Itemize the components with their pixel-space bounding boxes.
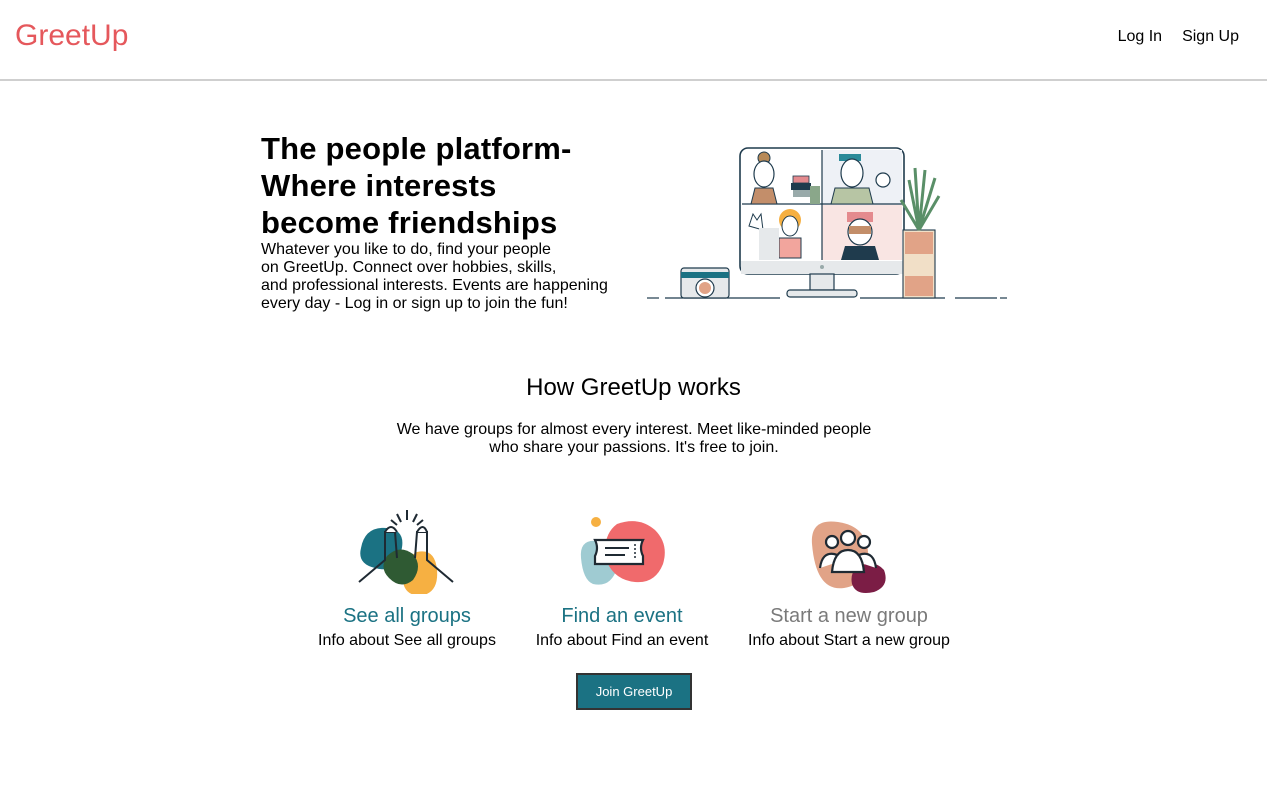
join-greetup-button[interactable]: Join GreetUp bbox=[576, 673, 692, 710]
hero-section: The people platform- Where interests bec… bbox=[261, 130, 621, 313]
card-start-a-new-group: Start a new group Info about Start a new… bbox=[736, 508, 962, 650]
people-group-icon bbox=[736, 508, 962, 599]
hero-title-line: The people platform- bbox=[261, 131, 572, 166]
login-link[interactable]: Log In bbox=[1118, 28, 1162, 46]
hero-title: The people platform- Where interests bec… bbox=[261, 130, 621, 241]
card-find-an-event: Find an event Info about Find an event bbox=[524, 508, 720, 650]
hero-description-line: every day - Log in or sign up to join th… bbox=[261, 295, 568, 312]
hero-description-line: and professional interests. Events are h… bbox=[261, 277, 608, 294]
hero-title-line: Where interests bbox=[261, 168, 497, 203]
ticket-icon bbox=[524, 508, 720, 599]
how-it-works-description: We have groups for almost every interest… bbox=[383, 421, 885, 457]
find-an-event-link[interactable]: Find an event bbox=[524, 605, 720, 628]
how-description-line: We have groups for almost every interest… bbox=[396, 421, 872, 438]
start-a-new-group-link[interactable]: Start a new group bbox=[736, 605, 962, 628]
site-header: GreetUp Log In Sign Up bbox=[0, 0, 1267, 81]
see-all-groups-info: Info about See all groups bbox=[318, 632, 496, 649]
hero-description: Whatever you like to do, find your peopl… bbox=[261, 241, 613, 313]
video-call-illustration bbox=[645, 140, 1010, 307]
how-description-line: who share your passions. It's free to jo… bbox=[489, 439, 779, 456]
how-it-works-title: How GreetUp works bbox=[526, 374, 741, 401]
hero-description-line: Whatever you like to do, find your peopl… bbox=[261, 241, 551, 258]
card-see-all-groups: See all groups Info about See all groups bbox=[306, 508, 508, 650]
see-all-groups-link[interactable]: See all groups bbox=[306, 605, 508, 628]
signup-link[interactable]: Sign Up bbox=[1182, 28, 1239, 46]
find-an-event-info: Info about Find an event bbox=[535, 632, 709, 649]
hero-title-line: become friendships bbox=[261, 205, 558, 240]
top-nav: Log In Sign Up bbox=[1118, 28, 1239, 46]
hero-description-line: on GreetUp. Connect over hobbies, skills… bbox=[261, 259, 557, 276]
high-five-icon bbox=[306, 508, 508, 599]
logo[interactable]: GreetUp bbox=[15, 19, 128, 53]
start-a-new-group-info: Info about Start a new group bbox=[748, 632, 950, 649]
